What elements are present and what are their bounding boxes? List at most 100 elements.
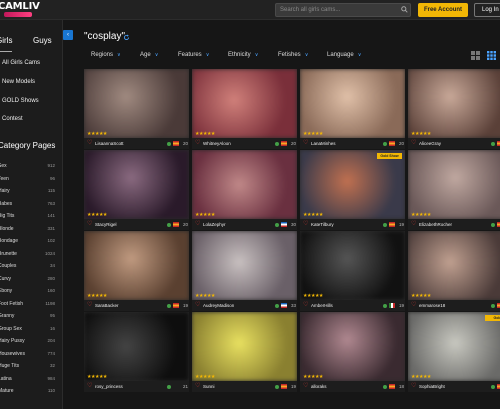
- site-logo[interactable]: CAMLIVE: [0, 1, 40, 19]
- model-thumbnail[interactable]: [300, 150, 405, 219]
- model-thumbnail[interactable]: [408, 312, 500, 381]
- filter-age[interactable]: Age ∨: [140, 49, 158, 62]
- sidebar-link-new-models[interactable]: New Models: [2, 76, 35, 88]
- model-card[interactable]: ★★★★★ ♡ LisaannaScott 20: [84, 69, 189, 149]
- model-card[interactable]: ★★★★★ ♡ SaraBacker 19: [84, 231, 189, 311]
- favorite-heart-icon[interactable]: ♡: [195, 140, 200, 147]
- favorite-heart-icon[interactable]: ♡: [195, 221, 200, 228]
- model-card[interactable]: Gold★★★★★♡SophiaBright: [408, 312, 500, 392]
- sidebar-category-item[interactable]: Babes 763: [0, 198, 55, 210]
- favorite-heart-icon[interactable]: ♡: [411, 140, 416, 147]
- model-card[interactable]: ★★★★★ ♡ AudreyMadison 33: [192, 231, 297, 311]
- favorite-heart-icon[interactable]: ♡: [411, 383, 416, 390]
- sidebar-link-contest[interactable]: Contest: [2, 113, 23, 125]
- collapse-sidebar-button[interactable]: ‹: [63, 30, 73, 40]
- sidebar-link-all-girls[interactable]: All Girls Cams: [2, 57, 40, 69]
- model-card[interactable]: ★★★★★ ♡ LolaZephyr 30: [192, 150, 297, 230]
- filter-language[interactable]: Language ∨: [327, 49, 361, 62]
- model-card[interactable]: Gold Show ★★★★★ ♡ KateTilbury 19: [300, 150, 405, 230]
- favorite-heart-icon[interactable]: ♡: [411, 221, 416, 228]
- sidebar-category-item[interactable]: Curvy 280: [0, 273, 55, 285]
- search-icon[interactable]: [401, 6, 408, 13]
- gold-show-badge: Gold Show: [377, 153, 402, 159]
- category-name: Latina: [0, 375, 12, 382]
- small-grid-icon[interactable]: [487, 51, 496, 60]
- favorite-heart-icon[interactable]: ♡: [303, 140, 308, 147]
- sidebar-category-item[interactable]: Ebony 160: [0, 285, 55, 297]
- filter-features[interactable]: Features ∨: [178, 49, 209, 62]
- model-name: ElizabethRocher: [419, 222, 453, 227]
- model-thumbnail[interactable]: [84, 69, 189, 138]
- model-card[interactable]: ★★★★★ ♡ emmarose18: [408, 231, 500, 311]
- favorite-heart-icon[interactable]: ♡: [87, 383, 92, 390]
- sidebar-category-item[interactable]: Hairy Pussy 204: [0, 335, 55, 347]
- model-card[interactable]: ★★★★★ ♡ rosy_princess 21: [84, 312, 189, 392]
- favorite-heart-icon[interactable]: ♡: [303, 302, 308, 309]
- favorite-heart-icon[interactable]: ♡: [87, 140, 92, 147]
- category-name: Bondage: [0, 238, 19, 244]
- model-name: SophiaBright: [419, 384, 445, 389]
- model-thumbnail[interactable]: [84, 150, 189, 219]
- sidebar-category-item[interactable]: Couples 34: [0, 260, 55, 272]
- sidebar-category-item[interactable]: Hairy 115: [0, 185, 55, 197]
- category-count: 763: [47, 200, 55, 206]
- favorite-heart-icon[interactable]: ♡: [411, 302, 416, 309]
- search-input[interactable]: Search all girls cams...: [275, 3, 411, 17]
- model-thumbnail[interactable]: [300, 312, 405, 381]
- sidebar-category-item[interactable]: Latina 984: [0, 373, 55, 385]
- model-thumbnail[interactable]: [84, 231, 189, 300]
- sidebar-category-item[interactable]: Group Sex 16: [0, 323, 55, 335]
- sidebar-category-item[interactable]: Sex 912: [0, 160, 55, 172]
- login-button[interactable]: Log In: [474, 3, 500, 17]
- sidebar-category-item[interactable]: Housewives 774: [0, 348, 55, 360]
- model-card[interactable]: ★★★★★ ♡ AliceeGray: [408, 69, 500, 149]
- refresh-icon[interactable]: [123, 34, 130, 41]
- model-card[interactable]: ★★★★★ ♡ LanaMinhes 20: [300, 69, 405, 149]
- model-card[interactable]: ★★★★★ ♡ AmberHills 19: [300, 231, 405, 311]
- model-thumbnail[interactable]: [408, 150, 500, 219]
- category-count: 774: [47, 350, 55, 356]
- sidebar-category-item[interactable]: Foot Fetish 1198: [0, 298, 55, 310]
- model-thumbnail[interactable]: [192, 231, 297, 300]
- model-card[interactable]: ★★★★★ ♡ alloraks 18: [300, 312, 405, 392]
- sidebar-category-item[interactable]: Brunette 1024: [0, 248, 55, 260]
- sidebar-category-item[interactable]: Bondage 102: [0, 235, 55, 247]
- rating-stars-icon: ★★★★★: [87, 293, 107, 299]
- model-card[interactable]: ★★★★★ ♡ StacyRigel 20: [84, 150, 189, 230]
- favorite-heart-icon[interactable]: ♡: [303, 383, 308, 390]
- model-thumbnail[interactable]: [192, 312, 297, 381]
- sidebar-category-item[interactable]: Mature 110: [0, 385, 55, 397]
- sidebar-category-item[interactable]: Blonde 331: [0, 223, 55, 235]
- tab-guys[interactable]: Guys: [33, 30, 61, 52]
- filter-fetishes[interactable]: Fetishes ∨: [278, 49, 308, 62]
- sidebar-category-item[interactable]: Granny 95: [0, 310, 55, 322]
- model-card[interactable]: ★★★★★ ♡ WhitneyAloon 20: [192, 69, 297, 149]
- model-card[interactable]: ★★★★★ ♡ Sunni 19: [192, 312, 297, 392]
- model-thumbnail[interactable]: [192, 69, 297, 138]
- favorite-heart-icon[interactable]: ♡: [303, 221, 308, 228]
- model-thumbnail[interactable]: [300, 231, 405, 300]
- model-thumbnail[interactable]: [84, 312, 189, 381]
- sidebar-category-item[interactable]: Teen 96: [0, 173, 55, 185]
- tab-girls[interactable]: Girls: [0, 30, 18, 52]
- model-card[interactable]: ★★★★★ ♡ ElizabethRocher: [408, 150, 500, 230]
- online-status-icon: [275, 223, 279, 227]
- free-account-button[interactable]: Free Account: [418, 3, 468, 17]
- filter-ethnicity[interactable]: Ethnicity ∨: [228, 49, 258, 62]
- favorite-heart-icon[interactable]: ♡: [195, 383, 200, 390]
- category-name: Group Sex: [0, 325, 22, 332]
- sidebar-category-item[interactable]: Huge Tits 32: [0, 360, 55, 372]
- model-thumbnail[interactable]: [408, 69, 500, 138]
- favorite-heart-icon[interactable]: ♡: [87, 302, 92, 309]
- card-info-bar: ♡ SophiaBright: [408, 381, 500, 392]
- sidebar-category-item[interactable]: Big Tits 141: [0, 210, 55, 222]
- model-thumbnail[interactable]: [192, 150, 297, 219]
- sidebar-link-gold-shows[interactable]: GOLD Shows: [2, 95, 39, 107]
- model-thumbnail[interactable]: [408, 231, 500, 300]
- rating-stars-icon: ★★★★★: [87, 131, 107, 137]
- model-thumbnail[interactable]: [300, 69, 405, 138]
- favorite-heart-icon[interactable]: ♡: [195, 302, 200, 309]
- large-grid-icon[interactable]: [471, 51, 480, 60]
- filter-regions[interactable]: Regions ∨: [91, 49, 121, 62]
- favorite-heart-icon[interactable]: ♡: [87, 221, 92, 228]
